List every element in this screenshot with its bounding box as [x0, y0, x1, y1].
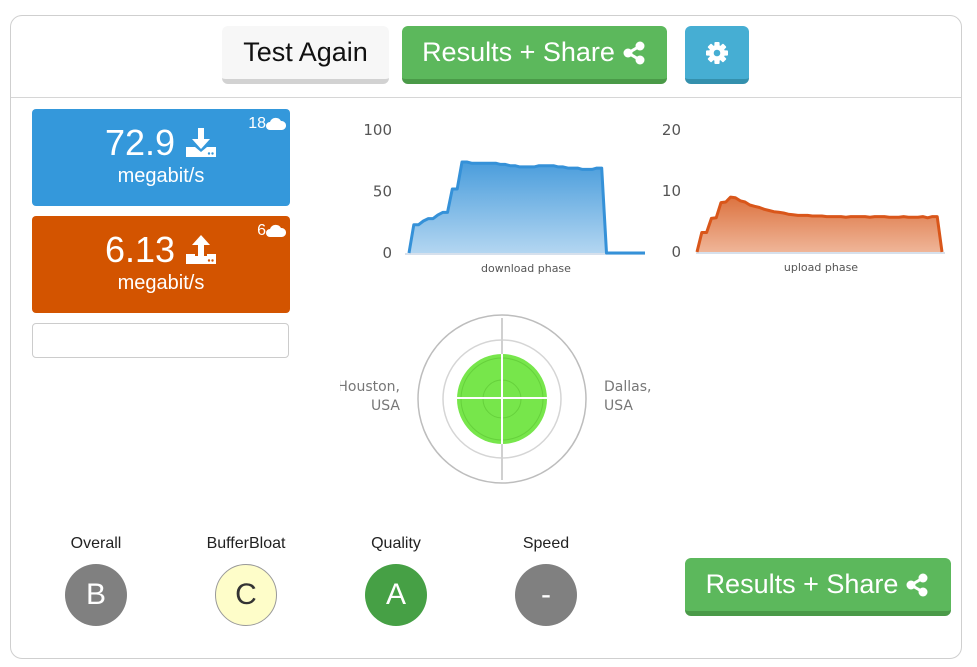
download-icon [186, 128, 217, 157]
grade-label: Overall [70, 535, 122, 552]
download-speed-value: 72.9 [104, 122, 176, 163]
grade-quality: Quality A [346, 535, 446, 626]
status-box [32, 323, 289, 358]
left-location-city: Houston, [340, 379, 400, 395]
dl-ytick-label: 0 [382, 244, 392, 262]
grade-bufferbloat: BufferBloat C [196, 535, 296, 626]
gear-icon [706, 41, 728, 64]
download-speed-unit: megabit/s [117, 165, 205, 187]
upload-speed-value: 6.13 [104, 229, 176, 270]
download-speed-box: 18 72.9 megabit/s [32, 109, 290, 206]
download-area [409, 162, 645, 253]
results-share-label: Results + Share [705, 569, 899, 599]
ul-ytick-label: 0 [671, 243, 681, 261]
download-phase-chart: 0 50 100 download phase [363, 121, 645, 275]
share-icon [623, 41, 645, 64]
settings-button[interactable] [685, 26, 749, 84]
upload-speed-unit: megabit/s [117, 272, 205, 294]
right-location: Dallas, USA [604, 378, 651, 416]
grade-label: Speed [522, 535, 570, 552]
test-again-button[interactable]: Test Again [222, 26, 389, 84]
results-share-button[interactable]: Results + Share [402, 26, 667, 84]
ul-ytick-label: 20 [662, 121, 681, 139]
upload-phase-label: upload phase [784, 261, 858, 274]
grade-badge: B [65, 564, 127, 626]
grade-speed: Speed - [496, 535, 596, 626]
download-phase-label: download phase [481, 262, 571, 275]
server-target [417, 314, 587, 484]
results-share-button-bottom[interactable]: Results + Share [685, 558, 951, 616]
grade-label: Quality [371, 535, 421, 552]
left-location: Houston, USA [340, 374, 400, 419]
left-location-country: USA [371, 398, 400, 414]
toolbar-divider [11, 97, 961, 98]
upload-phase-chart: 0 10 20 upload phase [662, 121, 945, 274]
right-location-country: USA [604, 398, 633, 414]
upload-speed-box: 6 6.13 megabit/s [32, 216, 290, 313]
test-again-label: Test Again [243, 37, 368, 67]
grade-badge: - [515, 564, 577, 626]
grade-overall: Overall B [46, 535, 146, 626]
right-location-city: Dallas, [604, 379, 652, 395]
grade-badge: C [215, 564, 277, 626]
dl-ytick-label: 50 [373, 183, 392, 201]
dl-ytick-label: 100 [363, 121, 392, 139]
results-share-label: Results + Share [422, 37, 615, 67]
upload-area [697, 197, 942, 252]
share-icon [906, 573, 928, 596]
upload-icon [186, 235, 217, 264]
ul-ytick-label: 10 [662, 182, 681, 200]
grade-badge: A [365, 564, 427, 626]
grade-label: BufferBloat [206, 535, 286, 552]
